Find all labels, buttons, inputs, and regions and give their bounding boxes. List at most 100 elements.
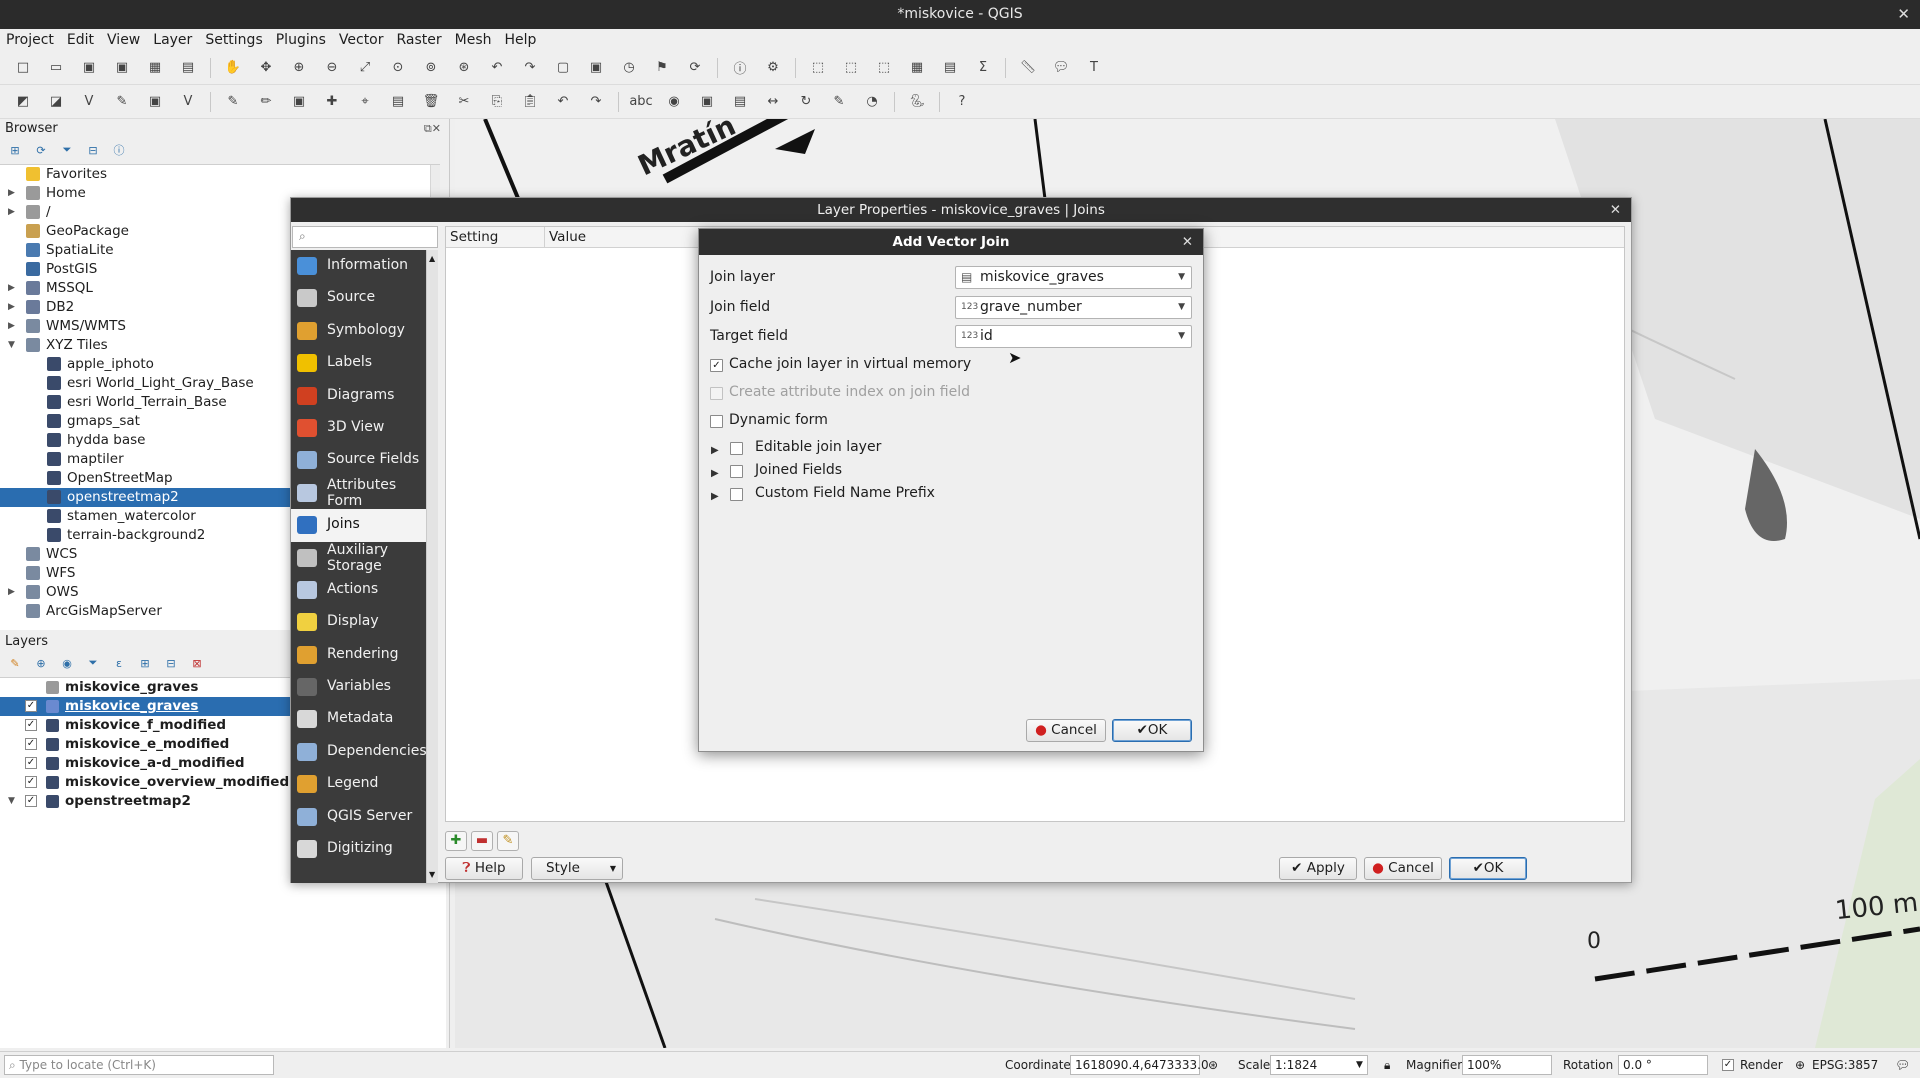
select-icon[interactable]: ⬚ xyxy=(807,57,829,79)
menu-raster[interactable]: Raster xyxy=(397,32,442,48)
vertex-tool-icon[interactable]: ⌖ xyxy=(354,91,376,113)
zoom-next-icon[interactable]: ↷ xyxy=(519,57,541,79)
manage-map-themes-icon[interactable]: ◉ xyxy=(60,656,74,670)
print-layout-icon[interactable]: ▦ xyxy=(144,57,166,79)
setting-column-header[interactable]: Setting xyxy=(450,229,498,245)
chevron-down-icon[interactable]: ▼ xyxy=(8,336,18,355)
nav-qgis-server[interactable]: QGIS Server xyxy=(291,801,426,833)
delete-icon[interactable]: 🗑︎ xyxy=(420,91,442,113)
menu-help[interactable]: Help xyxy=(505,32,537,48)
properties-icon[interactable]: ⓘ xyxy=(112,143,126,157)
layer-visibility-checkbox[interactable]: ✓ xyxy=(25,795,37,807)
menu-plugins[interactable]: Plugins xyxy=(276,32,326,48)
add-vector-join-close-icon[interactable]: ✕ xyxy=(1182,229,1193,255)
collapse-all-icon[interactable]: ⊟ xyxy=(86,143,100,157)
pan-to-selection-icon[interactable]: ✥ xyxy=(255,57,277,79)
nav-3d-view[interactable]: 3D View xyxy=(291,412,426,444)
nav-dependencies[interactable]: Dependencies xyxy=(291,736,426,768)
undo-icon[interactable]: ↶ xyxy=(552,91,574,113)
filter-icon[interactable]: ⏷ xyxy=(60,143,74,157)
nav-metadata[interactable]: Metadata xyxy=(291,703,426,735)
new-virtual-layer-icon[interactable]: V xyxy=(177,91,199,113)
join-field-combo[interactable]: 123 grave_number ▼ xyxy=(955,296,1192,319)
save-project-icon[interactable]: ▣ xyxy=(78,57,100,79)
temporal-controller-icon[interactable]: ◷ xyxy=(618,57,640,79)
label-rotate-icon[interactable]: ↻ xyxy=(795,91,817,113)
chevron-right-icon[interactable]: ▶ xyxy=(8,583,18,602)
zoom-selection-icon[interactable]: ⊙ xyxy=(387,57,409,79)
new-temp-layer-icon[interactable]: ▣ xyxy=(144,91,166,113)
chevron-right-icon[interactable]: ▶ xyxy=(8,317,18,336)
custom-prefix-checkbox[interactable] xyxy=(730,488,743,501)
editable-join-checkbox[interactable] xyxy=(730,442,743,455)
diagram-icon[interactable]: ◔ xyxy=(861,91,883,113)
new-spatialite-icon[interactable]: ✎ xyxy=(111,91,133,113)
remove-layer-icon[interactable]: ⊠ xyxy=(190,656,204,670)
zoom-layer-icon[interactable]: ⊚ xyxy=(420,57,442,79)
zoom-out-icon[interactable]: ⊖ xyxy=(321,57,343,79)
edit-join-button[interactable]: ✎ xyxy=(497,831,519,851)
locator-input[interactable]: ⌕ Type to locate (Ctrl+K) xyxy=(4,1055,274,1075)
pan-map-icon[interactable]: ✋ xyxy=(222,57,244,79)
expand-arrow-icon[interactable]: ▶ xyxy=(711,468,719,479)
join-ok-button[interactable]: ✔OK xyxy=(1112,719,1192,742)
menu-mesh[interactable]: Mesh xyxy=(455,32,492,48)
nav-auxiliary-storage[interactable]: Auxiliary Storage xyxy=(291,542,426,574)
lock-scale-icon[interactable]: 🔒︎ xyxy=(1384,1056,1390,1075)
refresh-icon[interactable]: ⟳ xyxy=(684,57,706,79)
browser-item[interactable]: Favorites xyxy=(0,165,440,184)
collapse-all-layers-icon[interactable]: ⊟ xyxy=(164,656,178,670)
chevron-right-icon[interactable]: ▶ xyxy=(8,203,18,222)
field-calculator-icon[interactable]: ▤ xyxy=(939,57,961,79)
select-value-icon[interactable]: ⬚ xyxy=(840,57,862,79)
crs-button[interactable]: EPSG:3857 xyxy=(1812,1056,1878,1075)
menu-vector[interactable]: Vector xyxy=(339,32,384,48)
nav-display[interactable]: Display xyxy=(291,606,426,638)
layout-manager-icon[interactable]: ▤ xyxy=(177,57,199,79)
layer-labeling-icon[interactable]: ◉ xyxy=(663,91,685,113)
redo-icon[interactable]: ↷ xyxy=(585,91,607,113)
join-layer-combo[interactable]: ▤ miskovice_graves ▼ xyxy=(955,266,1192,289)
chevron-right-icon[interactable]: ▶ xyxy=(8,279,18,298)
toggle-extents-icon[interactable]: ⊛ xyxy=(1208,1056,1218,1075)
style-manager-icon[interactable]: ✎ xyxy=(8,656,22,670)
layer-properties-close-icon[interactable]: ✕ xyxy=(1610,198,1621,222)
messages-icon[interactable]: 💬︎ xyxy=(1895,1056,1910,1075)
dynamic-form-checkbox[interactable] xyxy=(710,415,723,428)
target-field-combo[interactable]: 123 id ▼ xyxy=(955,325,1192,348)
chevron-right-icon[interactable]: ▶ xyxy=(8,298,18,317)
new-map-view-icon[interactable]: ▢ xyxy=(552,57,574,79)
new-project-icon[interactable]: □ xyxy=(12,57,34,79)
style-dropdown-button[interactable]: Style ▼ xyxy=(531,857,623,880)
label-toolbar-icon[interactable]: abc xyxy=(629,91,652,113)
nav-digitizing[interactable]: Digitizing xyxy=(291,833,426,865)
statistics-icon[interactable]: Σ xyxy=(972,57,994,79)
deselect-icon[interactable]: ⬚ xyxy=(873,57,895,79)
modify-attributes-icon[interactable]: ▤ xyxy=(387,91,409,113)
text-annotation-icon[interactable]: T xyxy=(1083,57,1105,79)
remove-join-button[interactable]: ▬ xyxy=(471,831,493,851)
paste-icon[interactable]: 📋︎ xyxy=(519,91,541,113)
layer-visibility-checkbox[interactable]: ✓ xyxy=(25,757,37,769)
nav-labels[interactable]: Labels xyxy=(291,347,426,379)
bookmark-icon[interactable]: ⚑ xyxy=(651,57,673,79)
help-button[interactable]: ❓︎ Help xyxy=(445,857,523,880)
expand-all-icon[interactable]: ⊞ xyxy=(138,656,152,670)
window-close-icon[interactable]: ✕ xyxy=(1897,0,1910,29)
menu-project[interactable]: Project xyxy=(6,32,54,48)
label-change-icon[interactable]: ✎ xyxy=(828,91,850,113)
layer-properties-search-input[interactable]: ⌕ xyxy=(292,226,438,248)
zoom-in-icon[interactable]: ⊕ xyxy=(288,57,310,79)
new-3d-view-icon[interactable]: ▣ xyxy=(585,57,607,79)
menu-layer[interactable]: Layer xyxy=(153,32,192,48)
menu-settings[interactable]: Settings xyxy=(205,32,262,48)
add-group-icon[interactable]: ⊕ xyxy=(34,656,48,670)
refresh-icon[interactable]: ⟳ xyxy=(34,143,48,157)
nav-symbology[interactable]: Symbology xyxy=(291,315,426,347)
scroll-down-icon[interactable]: ▼ xyxy=(429,870,435,879)
filter-expression-icon[interactable]: ε xyxy=(112,656,126,670)
data-source-manager-icon[interactable]: ◩ xyxy=(12,91,34,113)
filter-legend-icon[interactable]: ⏷ xyxy=(86,656,100,670)
label-show-icon[interactable]: ▤ xyxy=(729,91,751,113)
label-move-icon[interactable]: ↔ xyxy=(762,91,784,113)
